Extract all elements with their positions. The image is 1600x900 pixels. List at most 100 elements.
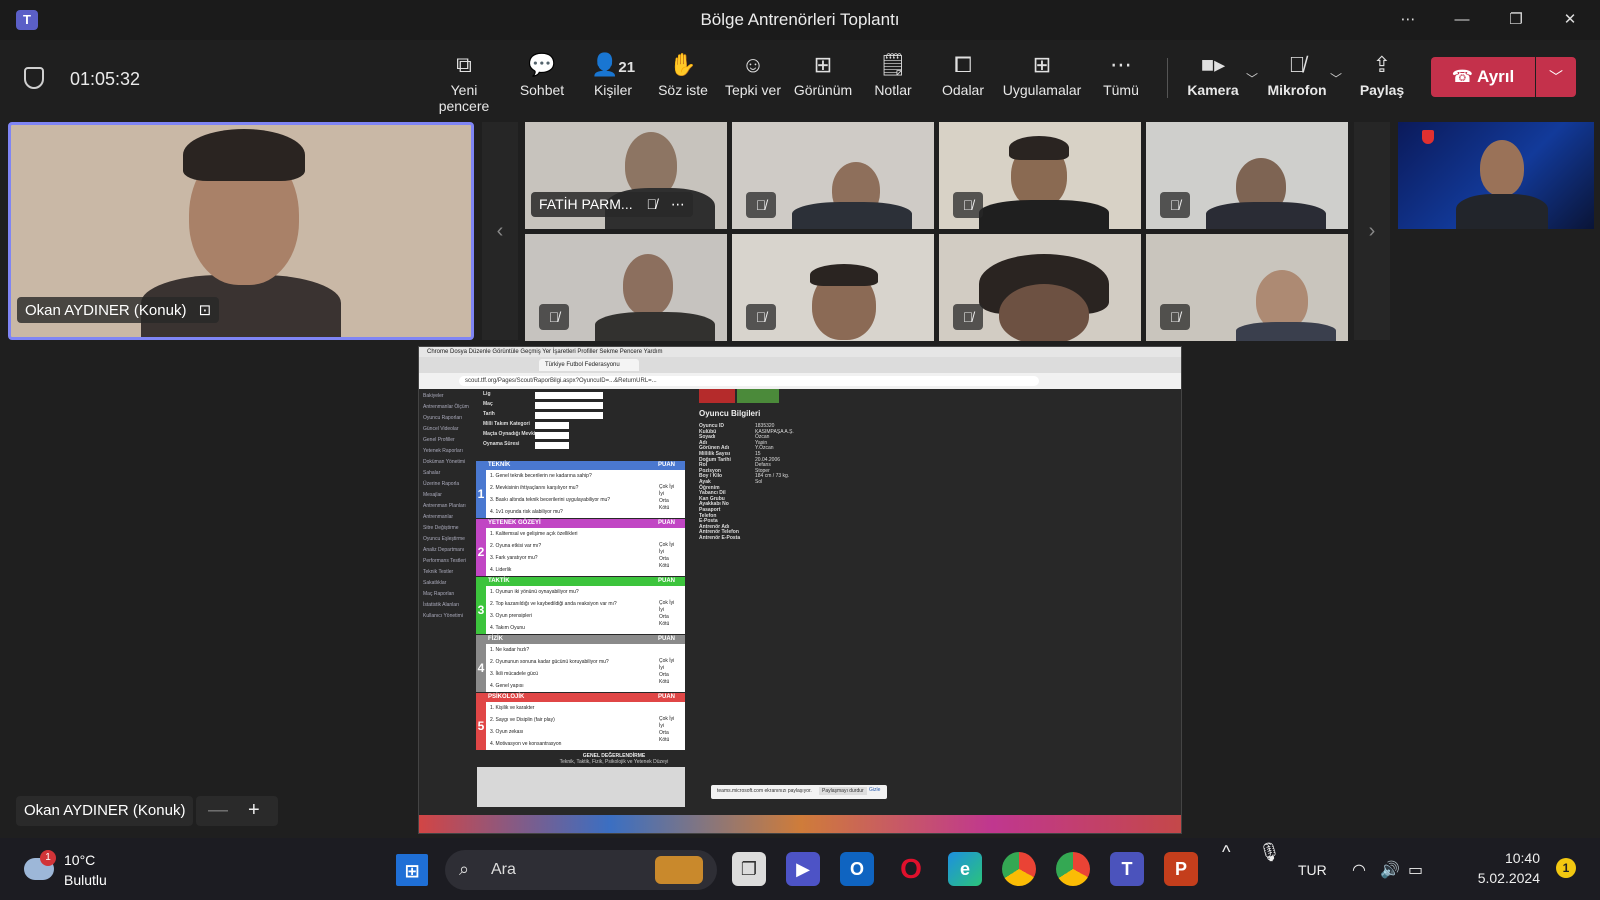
camera-button[interactable]: ■▸ Kamera <box>1174 50 1252 110</box>
edge-icon[interactable]: e <box>948 852 982 886</box>
gallery-prev-arrow-icon[interactable]: ‹ <box>482 122 518 340</box>
stop-sharing-button[interactable]: Paylaşmayı durdur <box>819 787 867 795</box>
taskbar-search[interactable]: ⌕ Ara <box>445 850 717 890</box>
teams-icon[interactable]: T <box>1110 852 1144 886</box>
new-window-button[interactable]: ⧉ Yeni pencere <box>425 50 503 114</box>
rating-option[interactable]: İyi <box>659 607 664 613</box>
screen-share-bar: teams.microsoft.com ekranınızı paylaşıyo… <box>711 785 887 799</box>
question-text: 2. Oyununun sonuna kadar gücünü koruyabi… <box>490 659 609 665</box>
zoom-out-button[interactable]: — <box>208 796 228 824</box>
people-button[interactable]: 👤21 Kişiler <box>574 50 652 110</box>
powerpoint-icon[interactable]: P <box>1164 852 1198 886</box>
outlook-icon[interactable]: O <box>840 852 874 886</box>
view-button[interactable]: ⊞ Görünüm <box>784 50 862 110</box>
raise-hand-button[interactable]: ✋ Söz iste <box>644 50 722 110</box>
task-view-icon[interactable]: ❐ <box>732 852 766 886</box>
question-text: 3. Oyun zekası <box>490 729 524 735</box>
windows-start-icon[interactable]: ⊞ <box>396 854 428 886</box>
main-speaker-name: Okan AYDINER (Konuk) ⊡ <box>17 297 220 323</box>
participant-tile[interactable]: FATİH PARM... 🎙̸ ⋯ <box>525 122 727 229</box>
question-text: 1. Kişilik ve karakter <box>490 705 535 711</box>
tray-chevron-icon[interactable]: ^ <box>1222 842 1230 863</box>
mic-off-icon: 🎙̸ <box>539 304 569 330</box>
main-speaker-video[interactable]: Okan AYDINER (Konuk) ⊡ <box>8 122 474 340</box>
leave-button[interactable]: ☎ Ayrıl <box>1431 57 1535 97</box>
participant-tile[interactable]: 🎙̸ <box>1146 234 1348 341</box>
chrome-icon[interactable] <box>1002 852 1036 886</box>
presenter-label: Okan AYDINER (Konuk) <box>16 796 194 826</box>
mic-off-icon: 🎙̸ <box>953 304 983 330</box>
participant-tile[interactable]: 🎙̸ <box>525 234 727 341</box>
popout-icon: ⧉ <box>456 52 472 77</box>
notes-button[interactable]: 🗒 Notlar <box>854 50 932 110</box>
leave-options-chevron-icon[interactable]: ﹀ <box>1536 57 1576 97</box>
question-text: 3. İkili mücadele gücü <box>490 671 539 677</box>
share-button[interactable]: ⇪ Paylaş <box>1344 50 1420 110</box>
react-button[interactable]: ☺ Tepki ver <box>714 50 792 110</box>
participant-tile[interactable] <box>1398 122 1594 229</box>
section-header: PSİKOLOJİK PUAN <box>476 693 685 702</box>
apps-button[interactable]: ⊞ Uygulamalar <box>994 50 1090 110</box>
clock-time[interactable]: 10:40 <box>1480 850 1540 866</box>
clock-date[interactable]: 5.02.2024 <box>1450 870 1540 886</box>
hide-button[interactable]: Gizle <box>869 787 880 793</box>
rating-option[interactable]: Çok İyi <box>659 716 674 722</box>
rating-option[interactable]: Orta <box>659 614 669 620</box>
zoom-in-button[interactable]: + <box>248 796 260 824</box>
rating-option[interactable]: Kötü <box>659 679 669 685</box>
section-body: 4 1. Ne kadar hızlı? 2. Oyununun sonuna ka… <box>476 644 685 692</box>
more-button[interactable]: ⋯ Tümü <box>1082 50 1160 110</box>
notification-badge[interactable]: 1 <box>1556 858 1576 878</box>
rooms-button[interactable]: ⧠ Odalar <box>924 50 1002 110</box>
rating-option[interactable]: Kötü <box>659 621 669 627</box>
mic-off-icon: 🎙̸ <box>953 192 983 218</box>
camera-options-chevron-icon[interactable]: ﹀ <box>1246 70 1258 87</box>
rating-option[interactable]: Çok İyi <box>659 600 674 606</box>
mac-dock <box>419 815 1181 833</box>
minimize-button[interactable]: — <box>1448 8 1476 32</box>
question-text: 3. Oyun prensipleri <box>490 613 532 619</box>
participant-tile[interactable]: 🎙̸ <box>939 122 1141 229</box>
participant-tile[interactable]: 🎙̸ <box>732 234 934 341</box>
shield-icon[interactable] <box>24 67 44 89</box>
chat-button[interactable]: 💬 Sohbet <box>503 50 581 110</box>
shared-screen[interactable]: Chrome Dosya Düzenle Görüntüle Geçmiş Ye… <box>418 346 1182 834</box>
rating-option[interactable]: Orta <box>659 672 669 678</box>
battery-icon[interactable]: ▭ <box>1408 860 1423 880</box>
meeting-toolbar: 01:05:32 ⧉ Yeni pencere 💬 Sohbet 👤21 Kiş… <box>0 40 1600 116</box>
player-info: Oyuncu ID 1835320 Kulübü KASIMPAŞA A.Ş. Soya… <box>419 347 819 587</box>
mic-button[interactable]: 🎙̸ Mikrofon <box>1258 50 1336 110</box>
search-icon: ⌕ <box>459 859 470 879</box>
rating-option[interactable]: Orta <box>659 730 669 736</box>
section-header: FİZİK PUAN <box>476 635 685 644</box>
more-options-icon[interactable]: ⋯ <box>1394 8 1422 32</box>
mic-off-icon: 🎙̸ <box>1160 192 1190 218</box>
more-icon: ⋯ <box>1110 52 1132 77</box>
rating-option[interactable]: İyi <box>659 723 664 729</box>
opera-icon[interactable]: O <box>894 852 928 886</box>
rating-option[interactable]: İyi <box>659 665 664 671</box>
participant-tile[interactable]: 🎙̸ <box>939 234 1141 341</box>
mic-options-chevron-icon[interactable]: ﹀ <box>1330 70 1342 87</box>
volume-icon[interactable]: 🔊 <box>1380 860 1400 880</box>
rating-option[interactable]: Çok İyi <box>659 658 674 664</box>
participant-tile[interactable]: 🎙̸ <box>732 122 934 229</box>
wifi-icon[interactable]: ◠ <box>1352 860 1366 880</box>
phone-hangup-icon: ☎ <box>1451 67 1478 86</box>
rating-option[interactable]: Kötü <box>659 737 669 743</box>
weather-badge: 1 <box>40 850 56 866</box>
grid-icon: ⊞ <box>813 52 833 77</box>
participant-tile[interactable]: 🎙̸ <box>1146 122 1348 229</box>
chrome-profile-icon[interactable] <box>1056 852 1090 886</box>
more-icon[interactable]: ⋯ <box>671 196 685 212</box>
overall-textarea[interactable] <box>477 767 685 807</box>
language-indicator[interactable]: TUR <box>1298 862 1327 878</box>
toolbar-divider <box>1167 58 1168 98</box>
question-text: 1. Oyunun iki yönünü oynayabiliyor mu? <box>490 589 579 595</box>
close-button[interactable]: ✕ <box>1556 8 1584 32</box>
gallery-next-arrow-icon[interactable]: › <box>1354 122 1390 340</box>
mic-tray-icon[interactable]: 🎙 <box>1258 842 1281 863</box>
mic-off-icon: 🎙̸ <box>746 304 776 330</box>
restore-button[interactable]: ❐ <box>1502 8 1530 32</box>
teams-chat-icon[interactable]: ▶ <box>786 852 820 886</box>
